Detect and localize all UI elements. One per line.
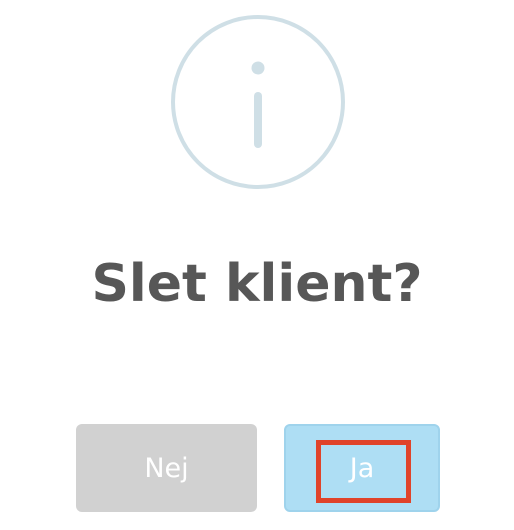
confirm-button[interactable]: Ja: [284, 424, 440, 512]
dialog-title: Slet klient?: [91, 254, 423, 314]
info-icon: [171, 15, 345, 189]
cancel-button-label: Nej: [144, 452, 189, 484]
confirm-button-label: Ja: [349, 452, 375, 484]
cancel-button[interactable]: Nej: [76, 424, 257, 512]
confirm-dialog: Slet klient? Nej Ja: [0, 0, 514, 530]
